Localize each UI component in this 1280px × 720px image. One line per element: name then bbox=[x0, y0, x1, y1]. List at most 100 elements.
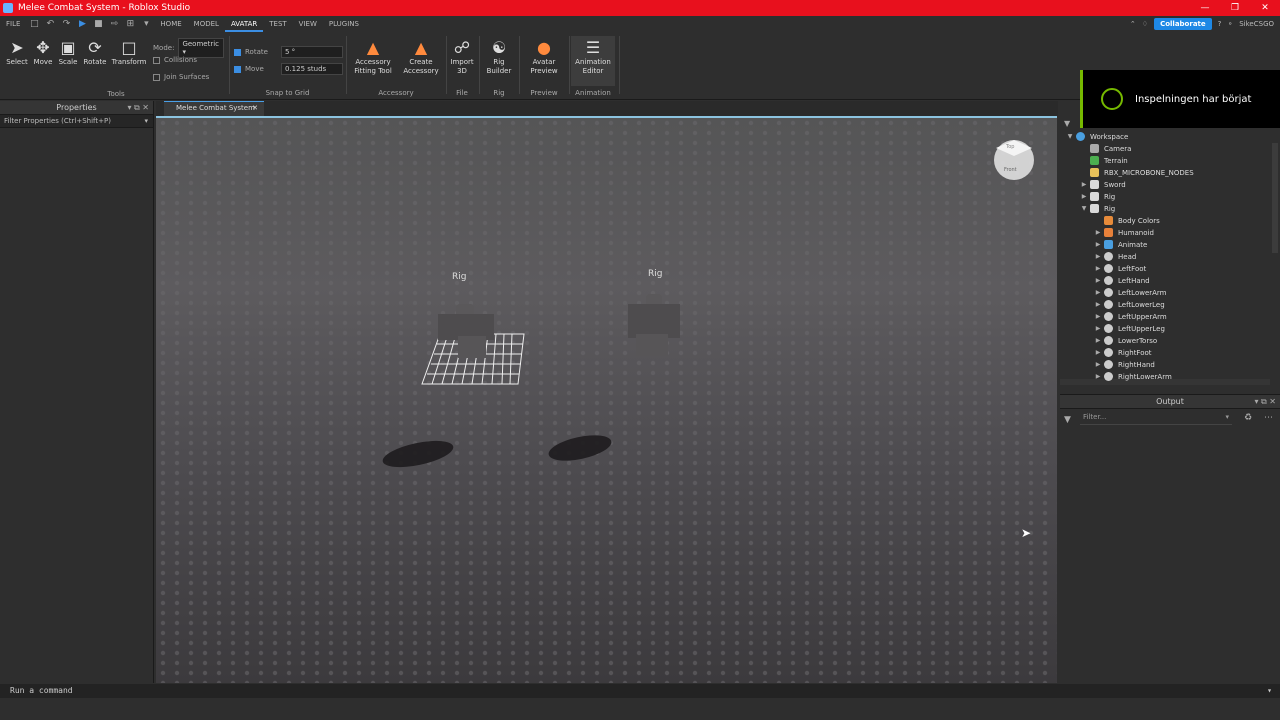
expand-arrow-right-icon[interactable]: ▶ bbox=[1094, 251, 1102, 263]
chevron-down-icon[interactable]: ▾ bbox=[144, 115, 148, 128]
close-tab-icon[interactable]: ✕ bbox=[252, 102, 258, 115]
expand-arrow-right-icon[interactable]: ▶ bbox=[1094, 275, 1102, 287]
quick-access-dropdown-icon[interactable]: ▾ bbox=[138, 19, 154, 29]
chevron-down-icon[interactable]: ▾ bbox=[1267, 684, 1272, 698]
collaborate-button[interactable]: Collaborate bbox=[1154, 18, 1212, 30]
explorer-node[interactable]: ▶ LeftLowerLeg bbox=[1060, 299, 1270, 311]
play-icon[interactable]: ▶ bbox=[74, 19, 90, 29]
tab-melee-combat-system[interactable]: Melee Combat System ✕ bbox=[164, 101, 264, 116]
expand-arrow-down-icon[interactable]: ▼ bbox=[1066, 131, 1074, 143]
snap-move-checkbox[interactable] bbox=[234, 65, 241, 73]
undock-icon[interactable]: ⧉ bbox=[134, 103, 140, 112]
undo-icon[interactable]: ↶ bbox=[42, 19, 58, 29]
output-filter-icon[interactable]: ▼ bbox=[1064, 415, 1071, 425]
explorer-node[interactable]: Body Colors bbox=[1060, 215, 1270, 227]
expand-arrow-right-icon[interactable]: ▶ bbox=[1080, 179, 1088, 191]
expand-arrow-right-icon[interactable]: ▶ bbox=[1094, 239, 1102, 251]
publish-icon[interactable]: ⇨ bbox=[106, 19, 122, 29]
move-tool-button[interactable]: ✥ Move bbox=[30, 38, 56, 67]
expand-arrow-right-icon[interactable]: ▶ bbox=[1094, 227, 1102, 239]
explorer-filter-icon[interactable]: ▼ bbox=[1064, 119, 1070, 128]
rig-builder-button[interactable]: ☯ Rig Builder bbox=[486, 38, 512, 76]
redo-icon[interactable]: ↷ bbox=[58, 19, 74, 29]
explorer-node[interactable]: ▶ Humanoid bbox=[1060, 227, 1270, 239]
close-icon[interactable]: ✕ bbox=[142, 103, 149, 112]
expand-arrow-right-icon[interactable]: ▶ bbox=[1094, 371, 1102, 381]
explorer-node[interactable]: ▶ LeftFoot bbox=[1060, 263, 1270, 275]
explorer-node[interactable]: ▶ Sword bbox=[1060, 179, 1270, 191]
accessory-fitting-tool-button[interactable]: ▲ Accessory Fitting Tool bbox=[351, 38, 395, 76]
menu-tab-model[interactable]: MODEL bbox=[188, 16, 225, 32]
settings-icon[interactable]: ⊞ bbox=[122, 19, 138, 29]
undock-icon[interactable]: ⧉ bbox=[1261, 397, 1267, 406]
explorer-node[interactable]: ▼ Rig bbox=[1060, 203, 1270, 215]
collisions-checkbox[interactable] bbox=[153, 56, 160, 64]
explorer-node[interactable]: Terrain bbox=[1060, 155, 1270, 167]
menu-tab-avatar[interactable]: AVATAR bbox=[224, 16, 264, 32]
expand-arrow-right-icon[interactable]: ▶ bbox=[1080, 191, 1088, 203]
explorer-node[interactable]: ▶ Rig bbox=[1060, 191, 1270, 203]
properties-filter-input[interactable]: Filter Properties (Ctrl+Shift+P) ▾ bbox=[0, 115, 153, 128]
expand-arrow-right-icon[interactable]: ▶ bbox=[1094, 335, 1102, 347]
expand-arrow-right-icon[interactable]: ▶ bbox=[1094, 359, 1102, 371]
select-tool-button[interactable]: ➤ Select bbox=[4, 38, 30, 67]
close-icon[interactable]: ✕ bbox=[1269, 397, 1276, 406]
menu-tab-view[interactable]: VIEW bbox=[293, 16, 323, 32]
explorer-node[interactable]: ▶ Animate bbox=[1060, 239, 1270, 251]
explorer-node[interactable]: ▶ RightFoot bbox=[1060, 347, 1270, 359]
dropdown-icon[interactable]: ▾ bbox=[127, 103, 131, 112]
explorer-node[interactable]: ▶ LeftLowerArm bbox=[1060, 287, 1270, 299]
explorer-node[interactable]: RBX_MICROBONE_NODES bbox=[1060, 167, 1270, 179]
notification-bell-icon[interactable]: ♢ bbox=[1142, 20, 1148, 28]
command-bar-input[interactable]: Run a command ▾ bbox=[0, 684, 1280, 698]
dropdown-icon[interactable]: ▾ bbox=[1254, 397, 1258, 406]
user-name[interactable]: SikeCSGO bbox=[1239, 20, 1274, 28]
explorer-node[interactable]: ▶ LeftUpperArm bbox=[1060, 311, 1270, 323]
scale-tool-button[interactable]: ▣ Scale bbox=[55, 38, 81, 67]
explorer-node[interactable]: Camera bbox=[1060, 143, 1270, 155]
explorer-node[interactable]: ▶ RightHand bbox=[1060, 359, 1270, 371]
stop-icon[interactable]: ■ bbox=[90, 19, 106, 29]
explorer-node[interactable]: ▶ RightLowerArm bbox=[1060, 371, 1270, 381]
minimize-icon[interactable]: — bbox=[1190, 0, 1220, 16]
explorer-node[interactable]: ▼ Workspace bbox=[1060, 131, 1270, 143]
3d-viewport[interactable]: Rig Rig Top Front ➤ bbox=[156, 116, 1057, 683]
snap-move-field[interactable]: 0.125 studs bbox=[281, 63, 343, 75]
expand-arrow-right-icon[interactable]: ▶ bbox=[1094, 287, 1102, 299]
expand-arrow-right-icon[interactable]: ▶ bbox=[1094, 263, 1102, 275]
snap-rotate-checkbox[interactable] bbox=[234, 48, 241, 56]
snap-rotate-field[interactable]: 5 ° bbox=[281, 46, 343, 58]
help-icon[interactable]: ? bbox=[1218, 20, 1222, 28]
explorer-node[interactable]: ▶ LeftUpperLeg bbox=[1060, 323, 1270, 335]
restore-icon[interactable]: ❐ bbox=[1220, 0, 1250, 16]
close-icon[interactable]: ✕ bbox=[1250, 0, 1280, 16]
expand-arrow-right-icon[interactable]: ▶ bbox=[1094, 299, 1102, 311]
explorer-node[interactable]: ▶ Head bbox=[1060, 251, 1270, 263]
expand-arrow-down-icon[interactable]: ▼ bbox=[1080, 203, 1088, 215]
menu-file[interactable]: FILE bbox=[0, 16, 26, 32]
menu-tab-plugins[interactable]: PLUGINS bbox=[323, 16, 365, 32]
menu-tab-home[interactable]: HOME bbox=[154, 16, 187, 32]
explorer-node[interactable]: ▶ LowerTorso bbox=[1060, 335, 1270, 347]
output-filter-input[interactable]: Filter... ▾ bbox=[1080, 413, 1232, 425]
transform-tool-button[interactable]: □ Transform bbox=[110, 38, 148, 67]
expand-arrow-right-icon[interactable]: ▶ bbox=[1094, 347, 1102, 359]
menu-tab-test[interactable]: TEST bbox=[263, 16, 292, 32]
rotate-tool-button[interactable]: ⟳ Rotate bbox=[82, 38, 108, 67]
more-options-icon[interactable]: ⋯ bbox=[1264, 413, 1273, 423]
expand-arrow-right-icon[interactable]: ▶ bbox=[1094, 311, 1102, 323]
chevron-down-icon[interactable]: ▾ bbox=[1225, 413, 1229, 421]
share-icon[interactable]: ⚬ bbox=[1227, 20, 1233, 28]
explorer-node[interactable]: ▶ LeftHand bbox=[1060, 275, 1270, 287]
clear-output-icon[interactable]: ♻ bbox=[1244, 413, 1252, 423]
expand-arrow-right-icon[interactable]: ▶ bbox=[1094, 323, 1102, 335]
explorer-scrollbar[interactable] bbox=[1272, 143, 1278, 253]
chevron-up-icon[interactable]: ⌃ bbox=[1130, 20, 1136, 28]
avatar-preview-button[interactable]: ● Avatar Preview bbox=[522, 38, 566, 76]
join-surfaces-checkbox[interactable] bbox=[153, 73, 160, 81]
animation-editor-button[interactable]: ☰ Animation Editor bbox=[571, 36, 615, 86]
create-accessory-button[interactable]: ▲ Create Accessory bbox=[399, 38, 443, 76]
new-file-icon[interactable]: □ bbox=[26, 19, 42, 29]
mode-dropdown[interactable]: Geometric ▾ bbox=[178, 38, 225, 58]
import-3d-button[interactable]: ☍ Import 3D bbox=[449, 38, 475, 76]
